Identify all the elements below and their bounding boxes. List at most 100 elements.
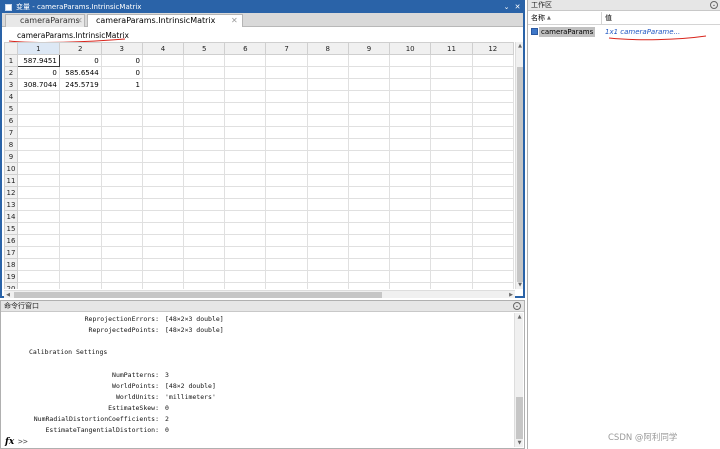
grid-cell[interactable] — [430, 126, 473, 139]
grid-cell[interactable] — [306, 162, 349, 175]
grid-cell[interactable] — [306, 258, 349, 271]
row-header[interactable]: 12 — [4, 186, 18, 199]
grid-cell[interactable] — [183, 114, 226, 127]
column-header[interactable]: 10 — [389, 42, 432, 55]
grid-cell[interactable] — [183, 198, 226, 211]
grid-cell[interactable] — [389, 78, 432, 91]
grid-cell[interactable] — [306, 210, 349, 223]
grid-cell[interactable] — [347, 186, 391, 199]
grid-cell[interactable] — [471, 150, 514, 163]
grid-cell[interactable] — [183, 222, 226, 235]
grid-cell[interactable] — [183, 66, 226, 79]
grid-cell[interactable] — [347, 78, 391, 91]
grid-cell[interactable] — [265, 198, 308, 211]
grid-cell[interactable] — [100, 282, 143, 289]
grid-cell[interactable] — [471, 90, 514, 103]
grid-cell[interactable] — [471, 126, 514, 139]
grid-cell[interactable] — [183, 126, 226, 139]
grid-cell[interactable] — [389, 54, 432, 67]
grid-cell[interactable] — [100, 186, 143, 199]
grid-cell[interactable] — [224, 126, 267, 139]
column-header[interactable]: 7 — [265, 42, 308, 55]
grid-cell[interactable] — [58, 102, 102, 115]
row-header[interactable]: 19 — [4, 270, 18, 283]
grid-cell[interactable] — [347, 246, 391, 259]
grid-cell[interactable] — [16, 102, 60, 115]
grid-cell[interactable] — [471, 78, 514, 91]
grid-cell[interactable] — [471, 210, 514, 223]
grid-cell[interactable] — [389, 174, 432, 187]
grid-cell[interactable] — [430, 222, 473, 235]
grid-cell[interactable] — [389, 258, 432, 271]
grid-cell[interactable] — [430, 198, 473, 211]
grid-cell[interactable] — [141, 126, 185, 139]
grid-cell[interactable] — [389, 138, 432, 151]
grid-cell[interactable] — [224, 54, 267, 67]
grid-cell[interactable] — [100, 162, 143, 175]
grid-horizontal-scrollbar[interactable]: ◀ ▶ — [4, 290, 515, 298]
grid-cell[interactable] — [430, 54, 473, 67]
column-header[interactable]: 3 — [100, 42, 143, 55]
grid-cell[interactable]: 1 — [100, 78, 143, 91]
row-header[interactable]: 4 — [4, 90, 18, 103]
grid-cell[interactable] — [347, 198, 391, 211]
grid-cell[interactable] — [183, 78, 226, 91]
grid-corner[interactable] — [4, 42, 18, 55]
grid-cell[interactable] — [141, 150, 185, 163]
column-header[interactable]: 6 — [224, 42, 267, 55]
grid-cell[interactable] — [306, 246, 349, 259]
grid-cell[interactable] — [224, 138, 267, 151]
grid-cell[interactable] — [141, 246, 185, 259]
grid-cell[interactable] — [141, 234, 185, 247]
grid-cell[interactable] — [183, 138, 226, 151]
row-header[interactable]: 15 — [4, 222, 18, 235]
column-header[interactable]: 5 — [183, 42, 226, 55]
scroll-down-arrow-icon[interactable]: ▼ — [516, 281, 524, 289]
function-browser-icon[interactable]: fx — [5, 436, 14, 448]
grid-cell[interactable] — [430, 90, 473, 103]
grid-cell[interactable] — [471, 234, 514, 247]
row-header[interactable]: 20 — [4, 282, 18, 289]
scroll-thumb[interactable] — [517, 67, 523, 282]
grid-cell[interactable] — [100, 102, 143, 115]
grid-cell[interactable] — [183, 174, 226, 187]
grid-cell[interactable] — [141, 66, 185, 79]
grid-cell[interactable] — [141, 102, 185, 115]
grid-cell[interactable] — [141, 270, 185, 283]
grid-cell[interactable] — [389, 234, 432, 247]
grid-cell[interactable] — [224, 246, 267, 259]
grid-cell[interactable] — [224, 78, 267, 91]
grid-cell[interactable] — [306, 66, 349, 79]
grid-cell[interactable] — [430, 258, 473, 271]
command-window-menu-icon[interactable]: ⌄ — [513, 302, 521, 310]
grid-cell[interactable] — [58, 282, 102, 289]
grid-cell[interactable] — [183, 90, 226, 103]
grid-cell[interactable] — [430, 186, 473, 199]
grid-cell[interactable] — [347, 102, 391, 115]
grid-cell[interactable]: 587.9451 — [16, 54, 60, 67]
grid-cell[interactable] — [58, 90, 102, 103]
grid-cell[interactable] — [265, 174, 308, 187]
grid-cell[interactable] — [265, 186, 308, 199]
tab-intrinsic-matrix[interactable]: cameraParams.IntrinsicMatrix ✕ — [87, 14, 243, 27]
row-header[interactable]: 5 — [4, 102, 18, 115]
grid-cell[interactable] — [471, 198, 514, 211]
grid-cell[interactable] — [141, 282, 185, 289]
grid-cell[interactable] — [347, 138, 391, 151]
grid-cell[interactable] — [58, 126, 102, 139]
column-header[interactable]: 4 — [141, 42, 185, 55]
scroll-thumb[interactable] — [14, 292, 382, 298]
grid-cell[interactable]: 0 — [58, 54, 102, 67]
grid-cell[interactable] — [58, 246, 102, 259]
grid-cell[interactable] — [347, 270, 391, 283]
grid-cell[interactable] — [430, 66, 473, 79]
grid-cell[interactable] — [265, 222, 308, 235]
grid-cell[interactable] — [58, 210, 102, 223]
grid-cell[interactable] — [347, 258, 391, 271]
grid-cell[interactable] — [471, 246, 514, 259]
grid-cell[interactable] — [306, 78, 349, 91]
grid-cell[interactable] — [183, 234, 226, 247]
grid-cell[interactable] — [265, 258, 308, 271]
grid-cell[interactable] — [224, 270, 267, 283]
column-divider[interactable] — [601, 12, 602, 25]
